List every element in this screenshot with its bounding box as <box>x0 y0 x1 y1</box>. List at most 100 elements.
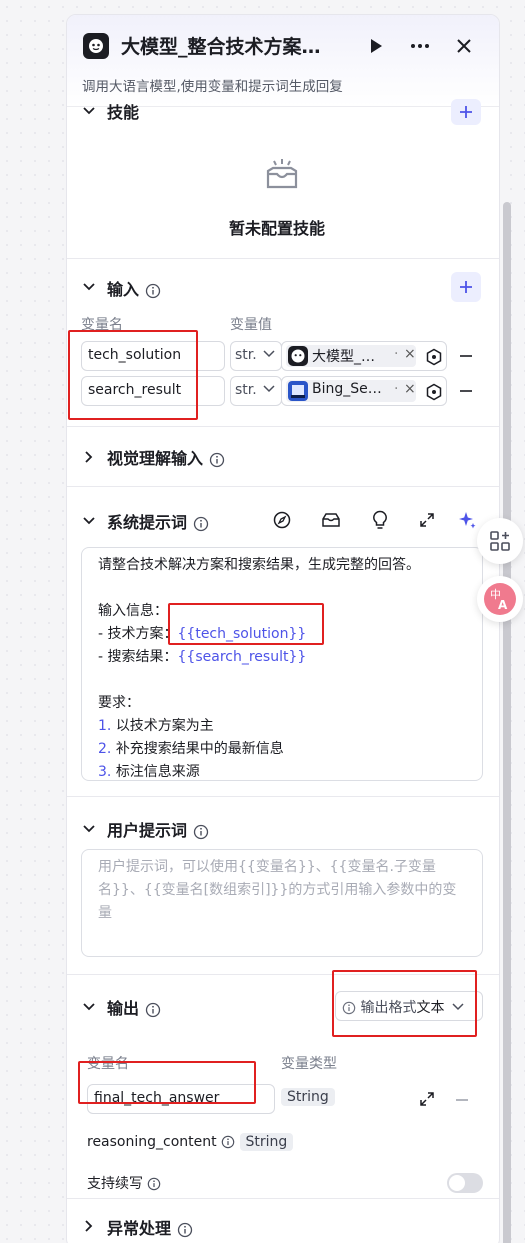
variable-picker-icon[interactable] <box>425 348 443 366</box>
expand-icon[interactable] <box>419 512 435 528</box>
input-col-value-label: 变量值 <box>230 317 272 333</box>
panel-scrollbar[interactable] <box>503 202 511 1243</box>
exception-section: 异常处理 <box>67 1199 499 1243</box>
empty-box-icon <box>266 159 298 189</box>
input-ref-field[interactable]: Bing_Se… · × <box>281 376 447 406</box>
reasoning-name: reasoning_content <box>87 1134 217 1150</box>
continue-writing-toggle[interactable] <box>447 1173 483 1193</box>
info-icon[interactable] <box>147 1177 161 1191</box>
prompt-text: 以技术方案为主 <box>115 718 214 734</box>
output-var-name-field[interactable]: final_tech_answer <box>87 1084 275 1114</box>
apps-add-icon <box>490 531 510 551</box>
input-title: 输入 <box>107 276 161 300</box>
continue-writing-row: 支持续写 <box>87 1173 161 1193</box>
list-number: 3. <box>98 764 112 780</box>
input-ref-field[interactable]: 大模型_… · × <box>281 341 447 371</box>
system-prompt-editor[interactable]: 请整合技术解决方案和搜索结果，生成完整的回答。 输入信息： - 技术方案：{{t… <box>81 547 483 781</box>
vision-input-title: 视觉理解输入 <box>107 445 225 469</box>
input-type-select[interactable]: str. <box>230 376 282 406</box>
continue-writing-label: 支持续写 <box>87 1176 143 1192</box>
system-prompt-title-text: 系统提示词 <box>107 513 188 532</box>
chevron-down-icon <box>263 350 275 358</box>
ref-label: Bing_Se… <box>312 381 382 397</box>
skills-empty-text: 暂未配置技能 <box>229 219 326 238</box>
close-button[interactable] <box>451 33 477 59</box>
info-icon[interactable] <box>193 516 209 532</box>
ai-sparkle-icon[interactable] <box>457 510 477 530</box>
plus-icon <box>460 281 472 293</box>
translate-icon: 中A <box>484 583 516 615</box>
input-type-select[interactable]: str. <box>230 341 282 371</box>
clear-ref-icon[interactable]: × <box>404 381 416 397</box>
remove-row-icon[interactable] <box>459 384 473 398</box>
output-format-label: 输出格式 <box>360 1000 417 1016</box>
type-label: str. <box>235 382 257 398</box>
prompt-line: 输入信息： <box>98 603 168 619</box>
add-input-button[interactable] <box>451 272 481 302</box>
library-icon[interactable] <box>321 511 341 529</box>
chevron-right-icon[interactable] <box>81 449 97 465</box>
expand-icon[interactable] <box>419 1091 435 1107</box>
remove-row-icon[interactable] <box>459 349 473 363</box>
add-skill-button[interactable] <box>451 99 481 125</box>
ref-chip[interactable]: Bing_Se… · × <box>286 380 416 402</box>
variable-ref: {{tech_solution}} <box>177 626 307 642</box>
lightbulb-icon[interactable] <box>372 510 388 530</box>
prompt-text: 补充搜索结果中的最新信息 <box>115 741 284 757</box>
node-description: 调用大语言模型,使用变量和提示词生成回复 <box>82 79 343 95</box>
compass-icon[interactable] <box>273 511 291 529</box>
chevron-right-icon[interactable] <box>81 1218 97 1234</box>
svg-text:A: A <box>498 598 508 612</box>
info-icon[interactable] <box>177 1222 193 1238</box>
info-icon[interactable] <box>145 1002 161 1018</box>
more-icon <box>411 44 429 48</box>
output-title-text: 输出 <box>107 999 140 1018</box>
list-number: 1. <box>98 718 112 734</box>
info-icon[interactable] <box>209 452 225 468</box>
chevron-down-icon[interactable] <box>81 513 97 529</box>
input-var-name-field[interactable]: search_result <box>81 376 225 406</box>
chevron-down-icon[interactable] <box>81 103 97 119</box>
chevron-down-icon[interactable] <box>81 821 97 837</box>
exception-title-text: 异常处理 <box>107 1219 172 1238</box>
chevron-down-icon[interactable] <box>81 279 97 295</box>
output-title: 输出 <box>107 995 161 1019</box>
ref-chip[interactable]: 大模型_… · × <box>286 345 416 367</box>
vision-title-text: 视觉理解输入 <box>107 449 204 468</box>
input-var-name-field[interactable]: tech_solution <box>81 341 225 371</box>
input-section: 输入 变量名 变量值 tech_solution str. 大模型_… · × <box>67 259 499 427</box>
skills-section: 技能 暂未配置技能 <box>67 99 499 259</box>
output-format-select[interactable]: 输出格式文本 <box>335 991 483 1021</box>
user-prompt-editor[interactable]: 用户提示词，可以使用{{变量名}}、{{变量名.子变量名}}、{{变量名[数组索… <box>81 849 483 957</box>
chevron-down-icon[interactable] <box>81 999 97 1015</box>
run-button[interactable] <box>363 33 389 59</box>
dot-separator: · <box>394 346 399 362</box>
output-format-value: 文本 <box>416 1000 445 1016</box>
output-section: 输出 输出格式文本 变量名 变量类型 final_tech_answer Str… <box>67 975 499 1199</box>
dot-separator: · <box>394 381 399 397</box>
user-prompt-title: 用户提示词 <box>107 817 209 841</box>
node-title[interactable]: 大模型_整合技术方案… <box>121 32 351 59</box>
info-icon <box>342 1001 356 1015</box>
chevron-down-icon <box>263 385 275 393</box>
prompt-line: - 搜索结果：{{search_result}} <box>98 646 466 669</box>
apps-float-button[interactable] <box>477 518 523 564</box>
type-badge: String <box>239 1133 294 1151</box>
prompt-line: 要求： <box>98 695 140 711</box>
clear-ref-icon[interactable]: × <box>404 346 416 362</box>
info-icon[interactable] <box>193 824 209 840</box>
chevron-down-icon <box>452 1003 464 1011</box>
translate-float-button[interactable]: 中A <box>477 576 523 622</box>
variable-ref: {{search_result}} <box>177 649 307 665</box>
info-icon[interactable] <box>221 1135 235 1149</box>
system-prompt-title: 系统提示词 <box>107 509 209 533</box>
exception-title: 异常处理 <box>107 1215 193 1239</box>
remove-row-icon[interactable] <box>455 1093 469 1107</box>
info-icon[interactable] <box>145 283 161 299</box>
user-prompt-section: 用户提示词 用户提示词，可以使用{{变量名}}、{{变量名.子变量名}}、{{变… <box>67 797 499 975</box>
output-col-name-label: 变量名 <box>87 1056 129 1072</box>
system-prompt-section: 系统提示词 请整合技术解决方案和搜索结果，生成完整的回答。 输入信息： - 技术… <box>67 487 499 797</box>
prompt-line: 3. 标注信息来源 <box>98 761 466 780</box>
more-button[interactable] <box>407 33 433 59</box>
variable-picker-icon[interactable] <box>425 383 443 401</box>
